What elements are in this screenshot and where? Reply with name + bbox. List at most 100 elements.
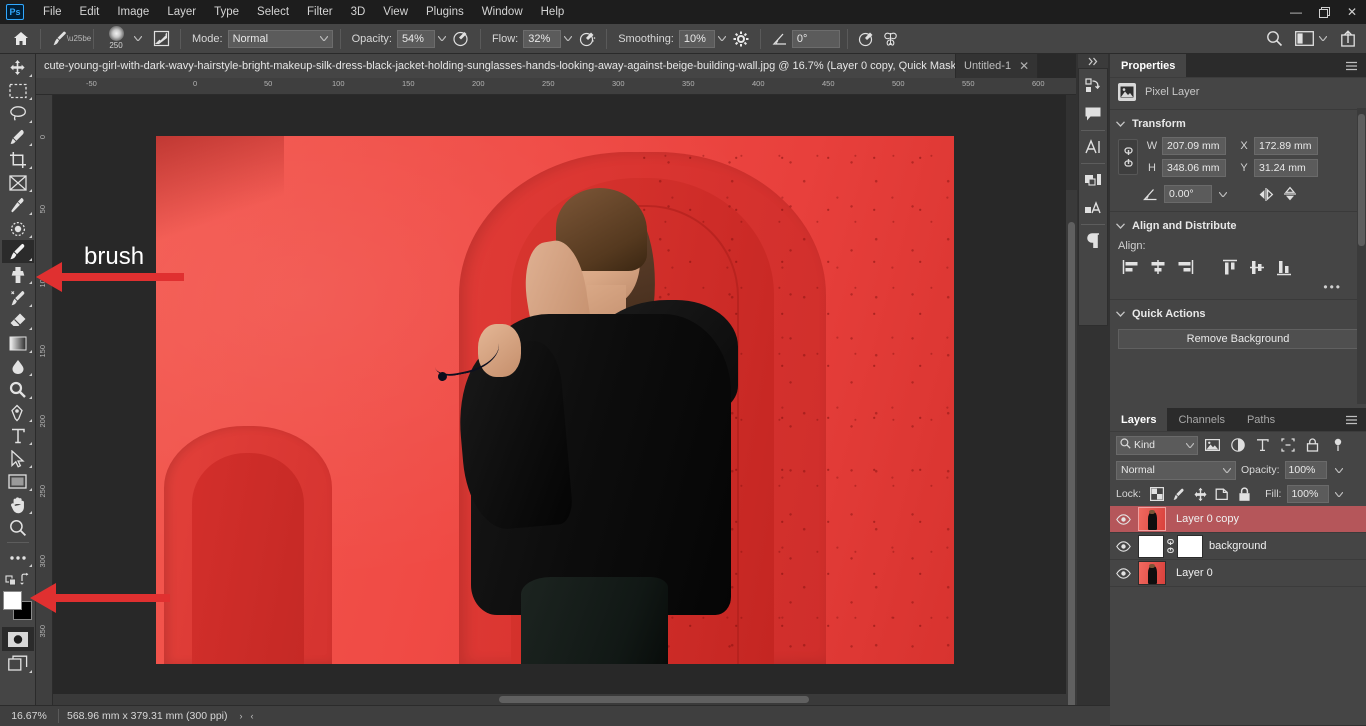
type-tool[interactable] bbox=[2, 424, 34, 447]
opacity-chevron-icon[interactable] bbox=[435, 30, 449, 48]
filter-toggle-icon[interactable] bbox=[1327, 435, 1348, 455]
lock-image-pixels-icon[interactable] bbox=[1169, 485, 1188, 504]
table-row[interactable]: background bbox=[1110, 533, 1366, 560]
canvas-area[interactable] bbox=[53, 95, 1066, 705]
lock-all-icon[interactable] bbox=[1235, 485, 1254, 504]
layer-thumbnail[interactable] bbox=[1138, 507, 1166, 531]
align-section-header[interactable]: Align and Distribute bbox=[1110, 215, 1366, 237]
document-image[interactable] bbox=[156, 136, 954, 664]
transform-section-header[interactable]: Transform bbox=[1110, 113, 1366, 135]
horizontal-ruler[interactable]: -50 0 50 100 150 200 250 300 350 400 450… bbox=[36, 78, 1076, 95]
edit-toolbar-button[interactable] bbox=[2, 546, 34, 569]
rectangle-tool[interactable] bbox=[2, 470, 34, 493]
airbrush-icon[interactable] bbox=[575, 28, 599, 50]
height-input[interactable]: 348.06 mm bbox=[1162, 159, 1226, 177]
layer-name[interactable]: Layer 0 copy bbox=[1176, 513, 1239, 525]
vertical-ruler[interactable]: 0 50 100 150 200 250 300 350 bbox=[36, 95, 53, 705]
panel-menu-icon[interactable] bbox=[1337, 54, 1366, 77]
filter-shape-icon[interactable] bbox=[1277, 435, 1298, 455]
table-row[interactable]: Layer 0 copy bbox=[1110, 506, 1366, 533]
properties-scroll-thumb[interactable] bbox=[1358, 114, 1365, 246]
align-left-edges-icon[interactable] bbox=[1118, 256, 1143, 278]
chevron-left-icon[interactable]: ‹ bbox=[247, 711, 258, 721]
quick-mask-icon[interactable] bbox=[1, 627, 34, 651]
table-row[interactable]: Layer 0 bbox=[1110, 560, 1366, 587]
menu-type[interactable]: Type bbox=[205, 3, 248, 21]
vertical-scroll-track[interactable] bbox=[1066, 190, 1077, 726]
pressure-opacity-icon[interactable] bbox=[449, 28, 473, 50]
menu-layer[interactable]: Layer bbox=[158, 3, 205, 21]
layer-fill-input[interactable]: 100% bbox=[1287, 485, 1330, 503]
close-icon[interactable]: ✕ bbox=[1019, 59, 1029, 73]
menu-3d[interactable]: 3D bbox=[342, 3, 375, 21]
symmetry-butterfly-icon[interactable] bbox=[879, 28, 903, 50]
eraser-tool[interactable] bbox=[2, 309, 34, 332]
history-brush-tool[interactable] bbox=[2, 286, 34, 309]
canvas-horizontal-scrollbar[interactable] bbox=[53, 694, 1066, 705]
filter-smart-object-icon[interactable] bbox=[1302, 435, 1323, 455]
flip-horizontal-icon[interactable] bbox=[1256, 184, 1276, 204]
zoom-level[interactable]: 16.67% bbox=[0, 710, 58, 722]
pressure-size-icon[interactable] bbox=[855, 28, 879, 50]
layer-mask-thumbnail[interactable] bbox=[1177, 534, 1203, 558]
menu-image[interactable]: Image bbox=[108, 3, 158, 21]
layer-thumbnail[interactable] bbox=[1138, 534, 1164, 558]
filter-pixel-icon[interactable] bbox=[1202, 435, 1223, 455]
move-tool[interactable] bbox=[2, 56, 34, 79]
object-selection-tool[interactable] bbox=[2, 125, 34, 148]
lasso-tool[interactable] bbox=[2, 102, 34, 125]
lock-position-icon[interactable] bbox=[1191, 485, 1210, 504]
more-options-icon[interactable]: ••• bbox=[1110, 280, 1366, 296]
crop-tool[interactable] bbox=[2, 148, 34, 171]
filter-kind-select[interactable]: Kind bbox=[1116, 435, 1198, 455]
layer-name[interactable]: background bbox=[1209, 540, 1267, 552]
flip-vertical-icon[interactable] bbox=[1280, 184, 1300, 204]
angle-input[interactable]: 0.00° bbox=[1164, 185, 1212, 203]
menu-view[interactable]: View bbox=[374, 3, 417, 21]
comments-icon[interactable] bbox=[1079, 100, 1107, 128]
lock-transparent-pixels-icon[interactable] bbox=[1147, 485, 1166, 504]
menu-edit[interactable]: Edit bbox=[71, 3, 109, 21]
flow-input[interactable]: 32% bbox=[523, 29, 562, 48]
canvas-vertical-scrollbar[interactable] bbox=[1066, 95, 1077, 726]
eyedropper-tool[interactable] bbox=[2, 194, 34, 217]
brush-size-preview[interactable]: 250 bbox=[101, 25, 131, 52]
y-input[interactable]: 31.24 mm bbox=[1254, 159, 1318, 177]
layer-visibility-toggle[interactable] bbox=[1112, 533, 1134, 559]
color-swatches[interactable] bbox=[2, 591, 33, 621]
document-tab-active[interactable]: cute-young-girl-with-dark-wavy-hairstyle… bbox=[36, 54, 956, 78]
clone-stamp-tool[interactable] bbox=[2, 263, 34, 286]
minimize-button[interactable]: — bbox=[1282, 0, 1310, 24]
document-tab-untitled[interactable]: Untitled-1 ✕ bbox=[956, 54, 1039, 78]
align-bottom-edges-icon[interactable] bbox=[1271, 256, 1296, 278]
filter-type-icon[interactable] bbox=[1252, 435, 1273, 455]
link-dimensions-icon[interactable] bbox=[1118, 139, 1138, 175]
menu-window[interactable]: Window bbox=[473, 3, 532, 21]
share-icon[interactable] bbox=[1336, 28, 1360, 50]
align-right-edges-icon[interactable] bbox=[1172, 256, 1197, 278]
brush-tool[interactable] bbox=[1, 240, 34, 263]
remove-background-button[interactable]: Remove Background bbox=[1118, 329, 1358, 349]
layer-thumbnail[interactable] bbox=[1138, 561, 1166, 585]
width-input[interactable]: 207.09 mm bbox=[1162, 137, 1226, 155]
gear-icon[interactable] bbox=[729, 28, 753, 50]
blur-tool[interactable] bbox=[2, 355, 34, 378]
zoom-tool[interactable] bbox=[2, 516, 34, 539]
brush-angle-icon[interactable] bbox=[768, 28, 792, 50]
layer-opacity-input[interactable]: 100% bbox=[1284, 461, 1327, 479]
gradient-tool[interactable] bbox=[2, 332, 34, 355]
path-selection-tool[interactable] bbox=[2, 447, 34, 470]
flow-chevron-icon[interactable] bbox=[561, 30, 575, 48]
menu-file[interactable]: File bbox=[34, 3, 71, 21]
pen-tool[interactable] bbox=[2, 401, 34, 424]
x-input[interactable]: 172.89 mm bbox=[1254, 137, 1318, 155]
smoothing-chevron-icon[interactable] bbox=[715, 30, 729, 48]
opacity-input[interactable]: 54% bbox=[396, 29, 435, 48]
search-icon[interactable] bbox=[1262, 28, 1286, 50]
align-vertical-centers-icon[interactable] bbox=[1244, 256, 1269, 278]
quick-actions-section-header[interactable]: Quick Actions bbox=[1110, 303, 1366, 325]
angle-input[interactable]: 0° bbox=[791, 29, 840, 48]
smoothing-input[interactable]: 10% bbox=[678, 29, 715, 48]
tab-layers[interactable]: Layers bbox=[1110, 408, 1168, 431]
layer-mask-link-icon[interactable] bbox=[1164, 539, 1177, 553]
